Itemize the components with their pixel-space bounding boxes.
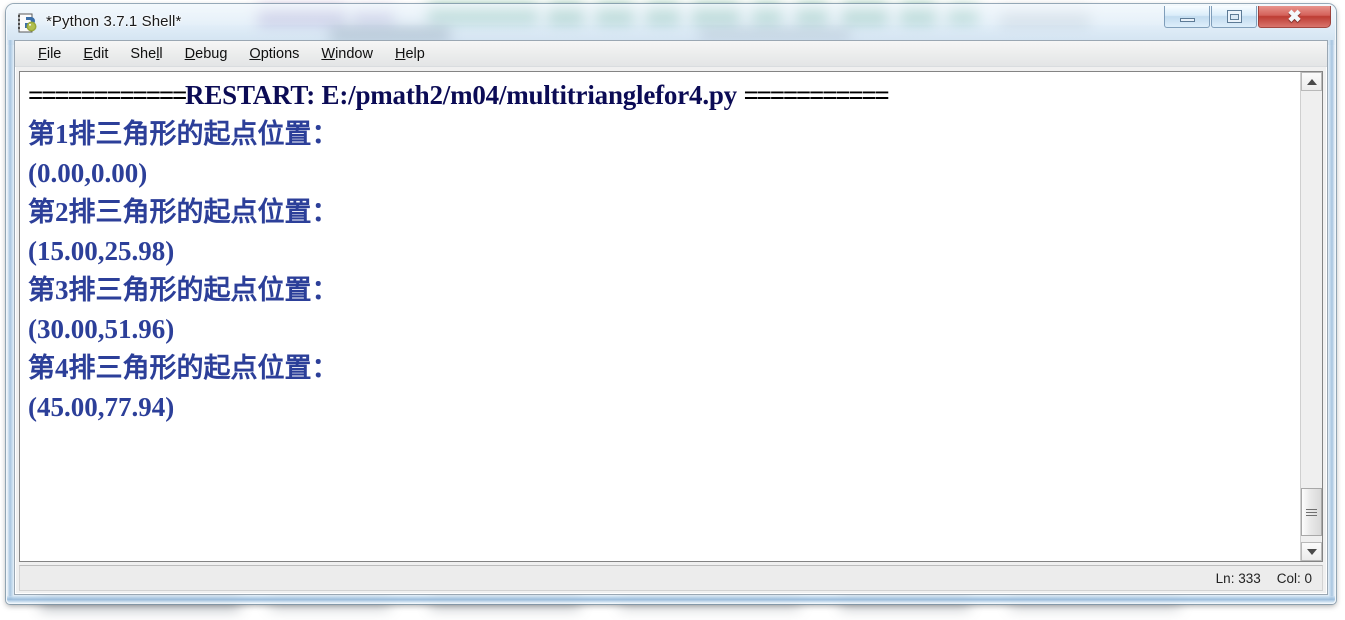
restart-banner-line: ============RESTART: E:/pmath2/m04/multi… [28,76,1300,115]
shell-output[interactable]: ============RESTART: E:/pmath2/m04/multi… [20,72,1300,561]
scrollbar-track[interactable] [1301,91,1322,542]
output-line: (0.00,0.00) [28,158,148,188]
scroll-up-arrow-icon [1306,78,1317,85]
menu-bar: File Edit Shell Debug Options Window Hel… [15,41,1327,67]
output-line: (15.00,25.98) [28,236,175,266]
shell-text-area[interactable]: ============RESTART: E:/pmath2/m04/multi… [19,71,1323,562]
title-bar[interactable]: *Python 3.7.1 Shell* ✖ [8,6,1334,40]
minimize-button[interactable] [1164,6,1210,28]
window-controls: ✖ [1164,6,1331,29]
idle-python-icon [18,13,37,33]
close-button[interactable]: ✖ [1258,6,1331,28]
restart-banner-text: RESTART: E:/pmath2/m04/multitrianglefor4… [185,80,737,110]
status-column-number: Col: 0 [1276,570,1312,586]
window-right-border[interactable] [1329,40,1335,600]
scroll-down-arrow-icon [1306,548,1317,555]
menu-item-shell[interactable]: Shell [119,44,173,64]
restart-rule-left: ============ [28,80,187,110]
scrollbar-up-button[interactable] [1301,72,1322,91]
window-left-border[interactable] [7,40,13,600]
menu-item-debug[interactable]: Debug [174,44,239,64]
output-line: (45.00,77.94) [28,392,175,422]
output-line: 第4排三角形的起点位置： [28,353,339,383]
menu-item-edit[interactable]: Edit [72,44,119,64]
scrollbar-down-button[interactable] [1301,542,1322,561]
restart-rule-right: =========== [743,80,890,110]
output-line: 第2排三角形的起点位置： [28,197,339,227]
status-bar: Ln: 333 Col: 0 [19,565,1323,591]
status-line-number: Ln: 333 [1215,570,1261,586]
maximize-icon [1212,6,1256,27]
minimize-icon [1165,6,1209,27]
client-area: File Edit Shell Debug Options Window Hel… [14,40,1328,595]
maximize-button[interactable] [1211,6,1257,28]
output-line: 第3排三角形的起点位置： [28,275,339,305]
window-title: *Python 3.7.1 Shell* [46,13,182,30]
window-bottom-border[interactable] [7,596,1335,603]
scrollbar-grip-icon [1306,507,1317,518]
output-line: 第1排三角形的起点位置： [28,119,339,149]
menu-item-window[interactable]: Window [310,44,384,64]
menu-item-options[interactable]: Options [238,44,310,64]
idle-shell-window: *Python 3.7.1 Shell* ✖ File Edit Shell D… [6,4,1336,604]
vertical-scrollbar[interactable] [1300,72,1322,561]
output-line: (30.00,51.96) [28,314,175,344]
menu-item-file[interactable]: File [27,44,72,64]
menu-item-help[interactable]: Help [384,44,436,64]
close-icon: ✖ [1287,7,1302,26]
scrollbar-thumb[interactable] [1301,488,1322,536]
